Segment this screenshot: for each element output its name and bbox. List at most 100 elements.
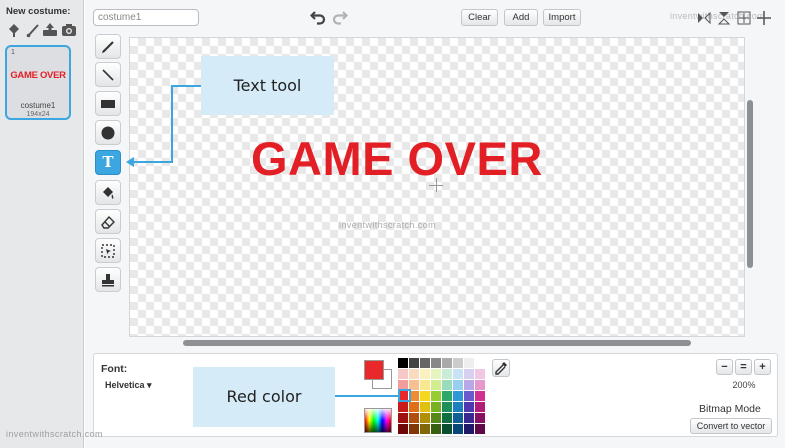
select-icon: [101, 244, 115, 258]
paint-brush-icon[interactable]: [25, 22, 41, 38]
color-swatch[interactable]: [431, 402, 441, 412]
new-costume-label: New costume:: [6, 6, 71, 17]
line-tool[interactable]: [95, 62, 121, 87]
color-swatch[interactable]: [409, 402, 419, 412]
color-swatch[interactable]: [442, 380, 452, 390]
color-swatch[interactable]: [431, 413, 441, 423]
color-swatch[interactable]: [475, 358, 485, 368]
color-swatch[interactable]: [398, 369, 408, 379]
color-swatch[interactable]: [453, 369, 463, 379]
color-swatch[interactable]: [431, 369, 441, 379]
color-swatch[interactable]: [464, 402, 474, 412]
color-picker-gradient[interactable]: [364, 408, 392, 433]
color-swatch[interactable]: [420, 402, 430, 412]
clear-button[interactable]: Clear: [461, 9, 498, 26]
zoom-out-button[interactable]: −: [716, 359, 733, 375]
color-swatch[interactable]: [442, 413, 452, 423]
color-swatch[interactable]: [464, 413, 474, 423]
color-swatch[interactable]: [398, 402, 408, 412]
color-swatch[interactable]: [442, 402, 452, 412]
color-swatch[interactable]: [464, 380, 474, 390]
color-swatch[interactable]: [409, 424, 419, 434]
color-swatch[interactable]: [453, 380, 463, 390]
redo-icon[interactable]: [332, 9, 349, 25]
convert-to-vector-button[interactable]: Convert to vector: [690, 418, 772, 434]
color-swatch[interactable]: [475, 380, 485, 390]
choose-costume-icon[interactable]: [6, 22, 22, 38]
bitmap-mode-label: Bitmap Mode: [699, 403, 761, 415]
color-swatch[interactable]: [442, 358, 452, 368]
undo-icon[interactable]: [309, 9, 326, 25]
color-swatch[interactable]: [420, 391, 430, 401]
color-swatch[interactable]: [398, 413, 408, 423]
color-swatch[interactable]: [431, 424, 441, 434]
color-swatch[interactable]: [475, 391, 485, 401]
zoom-level: 200%: [732, 380, 756, 390]
brush-tool[interactable]: [95, 34, 121, 59]
color-swatch[interactable]: [398, 358, 408, 368]
color-swatch[interactable]: [431, 380, 441, 390]
color-swatch[interactable]: [409, 391, 419, 401]
color-swatch[interactable]: [442, 391, 452, 401]
font-dropdown[interactable]: Helvetica ▾: [105, 380, 152, 391]
color-swatch[interactable]: [475, 424, 485, 434]
text-tool[interactable]: T: [95, 150, 121, 175]
zoom-reset-button[interactable]: =: [735, 359, 752, 375]
color-swatch[interactable]: [453, 424, 463, 434]
color-swatch[interactable]: [420, 413, 430, 423]
color-swatch[interactable]: [398, 391, 408, 401]
ellipse-tool[interactable]: [95, 120, 121, 145]
rectangle-icon: [101, 100, 115, 108]
canvas-text[interactable]: GAME OVER: [251, 131, 543, 186]
eraser-tool[interactable]: [95, 209, 121, 234]
stamp-tool[interactable]: [95, 267, 121, 292]
vertical-scrollbar[interactable]: [747, 100, 753, 268]
color-swatch[interactable]: [475, 369, 485, 379]
color-swatch[interactable]: [431, 391, 441, 401]
horizontal-scrollbar[interactable]: [183, 340, 691, 346]
color-swatch[interactable]: [442, 369, 452, 379]
upload-icon[interactable]: [42, 22, 58, 38]
eyedropper-icon[interactable]: [492, 359, 510, 377]
color-swatch[interactable]: [409, 358, 419, 368]
rectangle-tool[interactable]: [95, 91, 121, 116]
fill-tool[interactable]: [95, 180, 121, 205]
color-swatch[interactable]: [453, 413, 463, 423]
color-swatch[interactable]: [409, 380, 419, 390]
color-swatch[interactable]: [453, 358, 463, 368]
color-swatch[interactable]: [453, 391, 463, 401]
text-tool-icon: T: [102, 153, 114, 171]
color-swatch[interactable]: [453, 402, 463, 412]
transform-icons: [696, 10, 778, 26]
color-swatch[interactable]: [420, 358, 430, 368]
color-swatch[interactable]: [464, 369, 474, 379]
import-button[interactable]: Import: [543, 9, 581, 26]
color-palette: [398, 358, 485, 434]
color-swatch[interactable]: [475, 402, 485, 412]
callout-red-color: Red color: [193, 367, 335, 427]
watermark: inventwithscratch.com: [6, 429, 103, 439]
color-swatch[interactable]: [398, 380, 408, 390]
callout-text-tool: Text tool: [201, 56, 334, 115]
color-swatch[interactable]: [442, 424, 452, 434]
color-swatch[interactable]: [409, 413, 419, 423]
color-swatch[interactable]: [464, 424, 474, 434]
primary-color-swatch[interactable]: [364, 360, 384, 380]
costume-name-label: costume1: [20, 101, 56, 110]
zoom-in-button[interactable]: +: [754, 359, 771, 375]
camera-icon[interactable]: [61, 22, 77, 38]
color-swatch[interactable]: [409, 369, 419, 379]
select-tool[interactable]: [95, 238, 121, 263]
color-swatch[interactable]: [420, 424, 430, 434]
color-swatch[interactable]: [398, 424, 408, 434]
color-swatch[interactable]: [420, 369, 430, 379]
costume-name-input[interactable]: [93, 9, 199, 26]
color-swatch[interactable]: [464, 358, 474, 368]
costume-thumbnail-selected[interactable]: 1 GAME OVER costume1 194x24: [5, 45, 71, 120]
color-swatch[interactable]: [420, 380, 430, 390]
color-swatch[interactable]: [475, 413, 485, 423]
color-swatch[interactable]: [464, 391, 474, 401]
color-swatch[interactable]: [431, 358, 441, 368]
add-button[interactable]: Add: [504, 9, 538, 26]
ellipse-icon: [101, 126, 115, 140]
